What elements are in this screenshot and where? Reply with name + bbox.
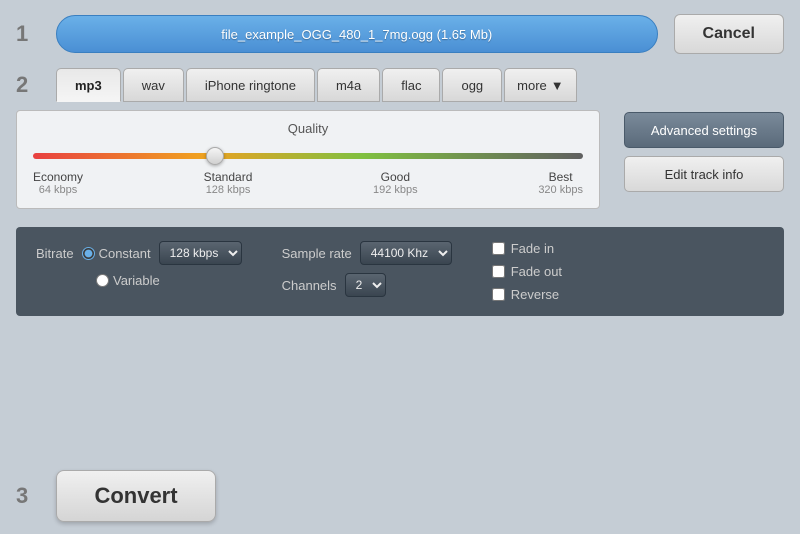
more-arrow-icon: ▼ xyxy=(551,78,564,93)
section2: 2 mp3 wav iPhone ringtone m4a flac ogg m… xyxy=(0,68,800,219)
variable-row: Variable xyxy=(36,273,242,288)
marker-best: Best 320 kbps xyxy=(538,170,583,196)
tab-ogg[interactable]: ogg xyxy=(442,68,502,102)
marker-economy-name: Economy xyxy=(33,170,83,184)
main-container: 1 file_example_OGG_480_1_7mg.ogg (1.65 M… xyxy=(0,0,800,534)
variable-radio-label[interactable]: Variable xyxy=(96,273,160,288)
quality-label: Quality xyxy=(288,121,328,136)
section2-header: 2 mp3 wav iPhone ringtone m4a flac ogg m… xyxy=(16,68,784,102)
constant-radio[interactable] xyxy=(82,247,95,260)
sample-rate-row: Sample rate 44100 Khz 22050 Khz 48000 Kh… xyxy=(282,241,452,265)
reverse-checkbox[interactable] xyxy=(492,288,505,301)
sample-rate-select[interactable]: 44100 Khz 22050 Khz 48000 Khz xyxy=(360,241,452,265)
variable-label: Variable xyxy=(113,273,160,288)
cancel-button[interactable]: Cancel xyxy=(674,14,784,54)
marker-economy-kbps: 64 kbps xyxy=(33,184,83,196)
convert-button[interactable]: Convert xyxy=(56,470,216,522)
advanced-settings-button[interactable]: Advanced settings xyxy=(624,112,784,148)
edit-track-button[interactable]: Edit track info xyxy=(624,156,784,192)
step1-number: 1 xyxy=(16,21,40,47)
quality-slider-track xyxy=(33,153,583,159)
file-name: file_example_OGG_480_1_7mg.ogg (1.65 Mb) xyxy=(221,27,492,42)
channels-label: Channels xyxy=(282,278,337,293)
variable-radio[interactable] xyxy=(96,274,109,287)
tab-m4a[interactable]: m4a xyxy=(317,68,380,102)
fade-in-label[interactable]: Fade in xyxy=(492,241,562,256)
file-bar: file_example_OGG_480_1_7mg.ogg (1.65 Mb) xyxy=(56,15,658,53)
bitrate-group: Bitrate Constant 128 kbps 64 kbps 192 kb… xyxy=(36,241,242,288)
bitrate-select[interactable]: 128 kbps 64 kbps 192 kbps 256 kbps 320 k… xyxy=(159,241,242,265)
advanced-panel: Bitrate Constant 128 kbps 64 kbps 192 kb… xyxy=(16,227,784,316)
quality-area: Quality Economy 64 kbps Standard xyxy=(16,110,600,209)
constant-label: Constant xyxy=(99,246,151,261)
quality-slider-thumb[interactable] xyxy=(206,147,224,165)
marker-good-name: Good xyxy=(373,170,418,184)
fade-in-checkbox[interactable] xyxy=(492,242,505,255)
empty-area xyxy=(0,324,800,458)
marker-standard: Standard 128 kbps xyxy=(204,170,253,196)
marker-economy: Economy 64 kbps xyxy=(33,170,83,196)
bitrate-row: Bitrate Constant 128 kbps 64 kbps 192 kb… xyxy=(36,241,242,265)
fade-out-label[interactable]: Fade out xyxy=(492,264,562,279)
tab-wav[interactable]: wav xyxy=(123,68,184,102)
marker-best-name: Best xyxy=(538,170,583,184)
constant-radio-label[interactable]: Constant xyxy=(82,246,151,261)
marker-good-kbps: 192 kbps xyxy=(373,184,418,196)
effects-group: Fade in Fade out Reverse xyxy=(492,241,562,302)
right-buttons: Advanced settings Edit track info xyxy=(624,112,784,192)
fade-out-text: Fade out xyxy=(511,264,562,279)
tab-iphone-ringtone[interactable]: iPhone ringtone xyxy=(186,68,315,102)
marker-standard-name: Standard xyxy=(204,170,253,184)
fade-out-checkbox[interactable] xyxy=(492,265,505,278)
channels-row: Channels 2 1 xyxy=(282,273,452,297)
tab-more[interactable]: more ▼ xyxy=(504,68,577,102)
reverse-text: Reverse xyxy=(511,287,559,302)
section3: 3 Convert xyxy=(0,458,800,534)
bitrate-label: Bitrate xyxy=(36,246,74,261)
marker-best-kbps: 320 kbps xyxy=(538,184,583,196)
tab-flac[interactable]: flac xyxy=(382,68,440,102)
quality-column: Quality Economy 64 kbps Standard xyxy=(16,110,600,209)
quality-markers: Economy 64 kbps Standard 128 kbps Good 1… xyxy=(33,170,583,196)
reverse-label[interactable]: Reverse xyxy=(492,287,562,302)
fade-in-text: Fade in xyxy=(511,241,554,256)
format-tabs: mp3 wav iPhone ringtone m4a flac ogg mor… xyxy=(56,68,577,102)
sample-channels-group: Sample rate 44100 Khz 22050 Khz 48000 Kh… xyxy=(282,241,452,297)
sample-rate-label: Sample rate xyxy=(282,246,352,261)
marker-standard-kbps: 128 kbps xyxy=(204,184,253,196)
channels-select[interactable]: 2 1 xyxy=(345,273,386,297)
section2-body: Quality Economy 64 kbps Standard xyxy=(16,110,784,209)
marker-good: Good 192 kbps xyxy=(373,170,418,196)
more-label: more xyxy=(517,78,547,93)
step2-number: 2 xyxy=(16,72,40,98)
step3-number: 3 xyxy=(16,483,40,509)
quality-slider-container[interactable] xyxy=(33,146,583,166)
section1: 1 file_example_OGG_480_1_7mg.ogg (1.65 M… xyxy=(0,0,800,68)
tab-mp3[interactable]: mp3 xyxy=(56,68,121,102)
